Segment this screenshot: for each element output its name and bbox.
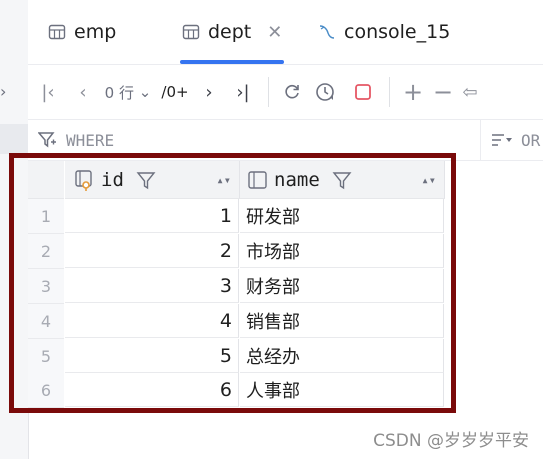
table-row[interactable]: 6 6 人事部 xyxy=(28,373,444,408)
watermark: CSDN @岁岁岁平安 xyxy=(373,431,529,451)
refresh-icon[interactable] xyxy=(277,82,307,102)
last-page-icon[interactable]: ›| xyxy=(226,82,260,103)
row-number: 2 xyxy=(28,234,64,269)
cell-id[interactable]: 3 xyxy=(65,269,239,303)
history-clock-icon[interactable] xyxy=(307,81,345,103)
where-filter[interactable]: WHERE xyxy=(38,120,114,160)
table-icon xyxy=(48,24,66,40)
panel-tab-stub xyxy=(0,124,28,154)
table-icon xyxy=(182,24,200,40)
cell-id[interactable]: 4 xyxy=(65,304,239,338)
cell-id[interactable]: 1 xyxy=(65,199,239,233)
sort-arrows-icon[interactable]: ▴▾ xyxy=(422,173,436,187)
filter-icon xyxy=(38,132,56,148)
column-icon xyxy=(248,170,267,189)
prev-page-icon[interactable]: ‹ xyxy=(68,82,98,103)
cell-name[interactable]: 财务部 xyxy=(240,269,444,303)
row-number: 4 xyxy=(28,304,64,339)
row-number: 1 xyxy=(28,199,64,234)
filter-bar: WHERE OR xyxy=(28,120,543,161)
row-number: 5 xyxy=(28,339,64,374)
tab-dept[interactable]: dept ✕ xyxy=(180,0,285,64)
column-filter-icon[interactable] xyxy=(136,170,156,190)
tab-console[interactable]: console_15 xyxy=(318,0,450,64)
sort-arrows-icon[interactable]: ▴▾ xyxy=(217,173,231,187)
toolbar-divider xyxy=(268,77,269,107)
cell-name[interactable]: 研发部 xyxy=(240,199,444,233)
page-count: /0+ xyxy=(161,83,189,101)
row-number-header xyxy=(28,161,64,199)
cell-name[interactable]: 销售部 xyxy=(240,304,444,338)
close-icon[interactable]: ✕ xyxy=(267,22,282,43)
key-column-icon xyxy=(75,169,92,191)
where-label: WHERE xyxy=(66,130,115,150)
cell-id[interactable]: 6 xyxy=(65,373,239,407)
order-by-filter[interactable]: OR xyxy=(480,120,540,160)
editor-tab-bar: emp dept ✕ console_15 xyxy=(28,0,543,65)
chevron-right-icon[interactable]: › xyxy=(0,82,6,101)
cell-name[interactable]: 人事部 xyxy=(240,373,444,407)
cell-id[interactable]: 5 xyxy=(65,339,239,373)
first-page-icon[interactable]: |‹ xyxy=(28,82,68,103)
row-number: 3 xyxy=(28,269,64,304)
rows-selector[interactable]: 0 行 ⌄ xyxy=(98,82,158,103)
row-number: 6 xyxy=(28,373,64,408)
rows-count: 0 行 xyxy=(104,83,134,102)
stop-icon[interactable] xyxy=(345,83,381,101)
column-header-name[interactable]: name ▴▾ xyxy=(240,161,445,199)
tab-emp[interactable]: emp xyxy=(48,0,116,64)
column-name: id xyxy=(101,168,124,191)
toolbar-divider xyxy=(389,77,390,107)
left-panel-strip: › xyxy=(0,0,29,459)
table-row[interactable]: 3 3 财务部 xyxy=(28,269,444,304)
cell-name[interactable]: 市场部 xyxy=(240,234,444,268)
table-row[interactable]: 2 2 市场部 xyxy=(28,234,444,269)
column-filter-icon[interactable] xyxy=(332,170,352,190)
cell-id[interactable]: 2 xyxy=(65,234,239,268)
table-row[interactable]: 4 4 销售部 xyxy=(28,304,444,339)
revert-icon[interactable]: ⇦ xyxy=(458,82,482,103)
table-row[interactable]: 1 1 研发部 xyxy=(28,199,444,234)
tab-label: emp xyxy=(74,21,117,43)
mysql-console-icon xyxy=(319,25,335,39)
tab-label: console_15 xyxy=(344,21,451,43)
column-name: name xyxy=(274,168,320,191)
column-header-id[interactable]: id ▴▾ xyxy=(65,161,240,199)
sort-icon xyxy=(492,134,512,146)
cell-name[interactable]: 总经办 xyxy=(240,339,444,373)
grid-toolbar: |‹ ‹ 0 行 ⌄ /0+ › ›| + − ⇦ xyxy=(28,65,543,120)
add-row-icon[interactable]: + xyxy=(398,78,428,106)
order-label: OR xyxy=(521,130,541,150)
table-row[interactable]: 5 5 总经办 xyxy=(28,339,444,374)
next-page-icon[interactable]: › xyxy=(192,82,226,103)
tab-label: dept xyxy=(208,21,252,43)
remove-row-icon[interactable]: − xyxy=(428,78,458,106)
